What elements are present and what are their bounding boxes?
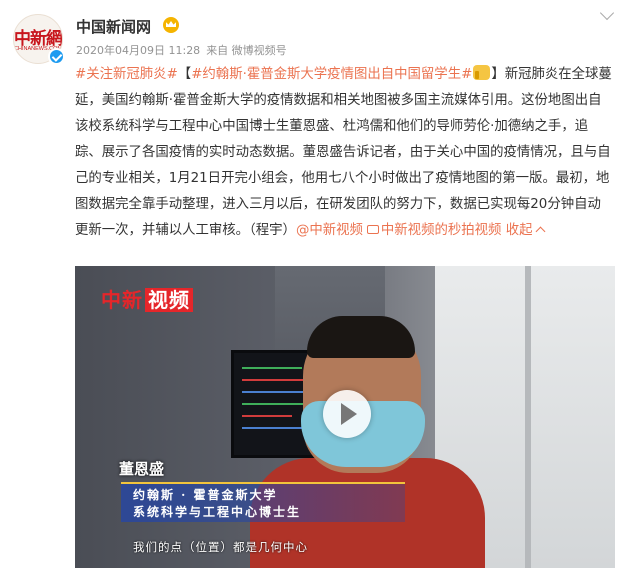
post-timestamp[interactable]: 2020年04月09日 11:28 — [76, 44, 200, 57]
video-subtitle: 我们的点（位置）都是几何中心 — [133, 540, 308, 554]
video-frame-person-hair — [307, 316, 415, 358]
monitor-line — [242, 367, 302, 369]
play-icon[interactable] — [323, 390, 371, 438]
video-caption-name: 董恩盛 — [119, 460, 165, 478]
thumbs-up-icon — [473, 65, 491, 80]
post-meta: 2020年04月09日 11:28 来自 微博视频号 — [76, 42, 287, 58]
video-logo-text: 中新 — [101, 288, 143, 312]
monitor-line — [242, 415, 292, 417]
video-frame-window-frame — [525, 266, 531, 568]
video-caption-line2: 系统科学与工程中心博士生 — [133, 505, 302, 519]
video-player[interactable]: 中新 视频 董恩盛 约翰斯 · 霍普金斯大学 系统科学与工程中心博士生 我们的点（… — [75, 266, 615, 568]
chevron-down-icon[interactable] — [599, 5, 615, 21]
mention-link[interactable]: @中新视频 — [296, 223, 363, 238]
collapse-label: 收起 — [505, 223, 533, 238]
hashtag-link-title[interactable]: #约翰斯·霍普金斯大学疫情图出自中国留学生# — [191, 67, 472, 82]
weibo-post-card: 中新網 CHINANEWS.COM 中国新闻网 2020年04月09日 11:2… — [0, 0, 623, 573]
video-source-link[interactable]: 中新视频的秒拍视频 — [381, 223, 502, 238]
member-crown-icon[interactable] — [163, 17, 179, 33]
verified-badge-icon — [48, 48, 65, 65]
post-body: #关注新冠肺炎#【#约翰斯·霍普金斯大学疫情图出自中国留学生# 】新冠肺炎在全球蔓… — [75, 62, 613, 244]
video-caption-line1: 约翰斯 · 霍普金斯大学 — [133, 488, 278, 502]
video-icon — [366, 225, 379, 234]
video-logo-tv: 视频 — [145, 288, 193, 312]
bracket-open: 【 — [177, 67, 192, 82]
video-channel-logo: 中新 视频 — [101, 284, 193, 313]
hashtag-link[interactable]: #关注新冠肺炎# — [75, 67, 178, 82]
collapse-link[interactable]: 收起 — [505, 223, 546, 238]
chevron-up-icon — [536, 226, 546, 237]
monitor-line — [242, 391, 312, 393]
post-source[interactable]: 来自 微博视频号 — [206, 44, 287, 57]
post-paragraph: 新冠肺炎在全球蔓延，美国约翰斯·霍普金斯大学的疫情数据和相关地图被多国主流媒体引… — [75, 67, 612, 238]
author-name[interactable]: 中国新闻网 — [76, 16, 151, 37]
bracket-close: 】 — [491, 67, 505, 82]
